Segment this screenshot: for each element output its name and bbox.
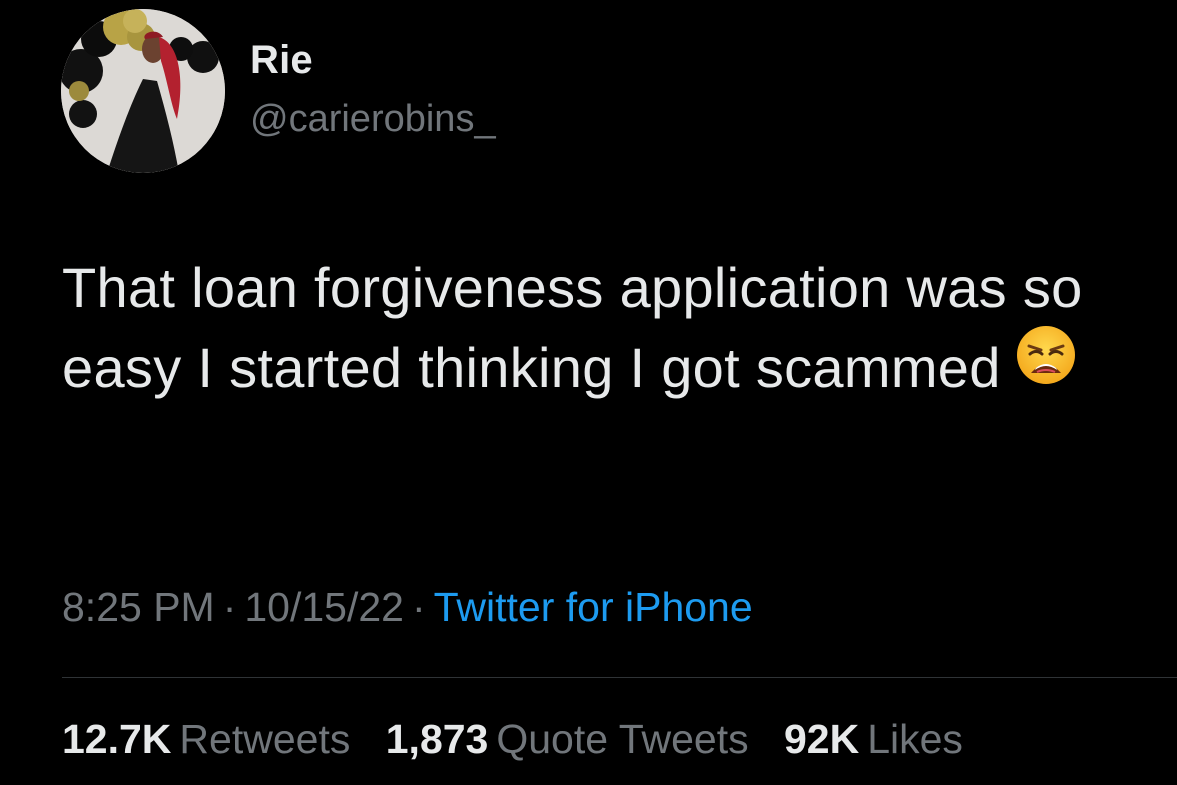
tweet-date[interactable]: 10/15/22 — [244, 584, 404, 630]
retweets-label: Retweets — [179, 716, 351, 762]
quote-tweets-stat[interactable]: 1,873 Quote Tweets — [386, 716, 749, 762]
likes-stat[interactable]: 92K Likes — [784, 716, 963, 762]
likes-count: 92K — [784, 716, 860, 762]
tweet-meta: 8:25 PM · 10/15/22 · Twitter for iPhone — [62, 584, 753, 631]
meta-separator: · — [222, 584, 237, 630]
tweet-body: That loan forgiveness application was so… — [62, 256, 1083, 399]
tweet-source-link[interactable]: Twitter for iPhone — [434, 584, 753, 630]
retweets-count: 12.7K — [62, 716, 172, 762]
divider — [62, 677, 1177, 678]
meta-separator: · — [411, 584, 426, 630]
author-handle[interactable]: @carierobins_ — [250, 98, 496, 141]
retweets-stat[interactable]: 12.7K Retweets — [62, 716, 350, 762]
tweet-stats: 12.7K Retweets 1,873 Quote Tweets 92K Likes — [62, 716, 987, 763]
quote-tweets-count: 1,873 — [385, 716, 489, 762]
likes-label: Likes — [867, 716, 963, 762]
author-name[interactable]: Rie — [250, 38, 313, 83]
tweet-text: That loan forgiveness application was so… — [62, 248, 1172, 408]
avatar[interactable] — [61, 9, 225, 173]
weary-face-emoji — [1015, 324, 1077, 407]
quote-tweets-label: Quote Tweets — [496, 716, 749, 762]
tweet-detail: Rie @carierobins_ That loan forgiveness … — [0, 0, 1177, 785]
tweet-time[interactable]: 8:25 PM — [62, 584, 215, 630]
